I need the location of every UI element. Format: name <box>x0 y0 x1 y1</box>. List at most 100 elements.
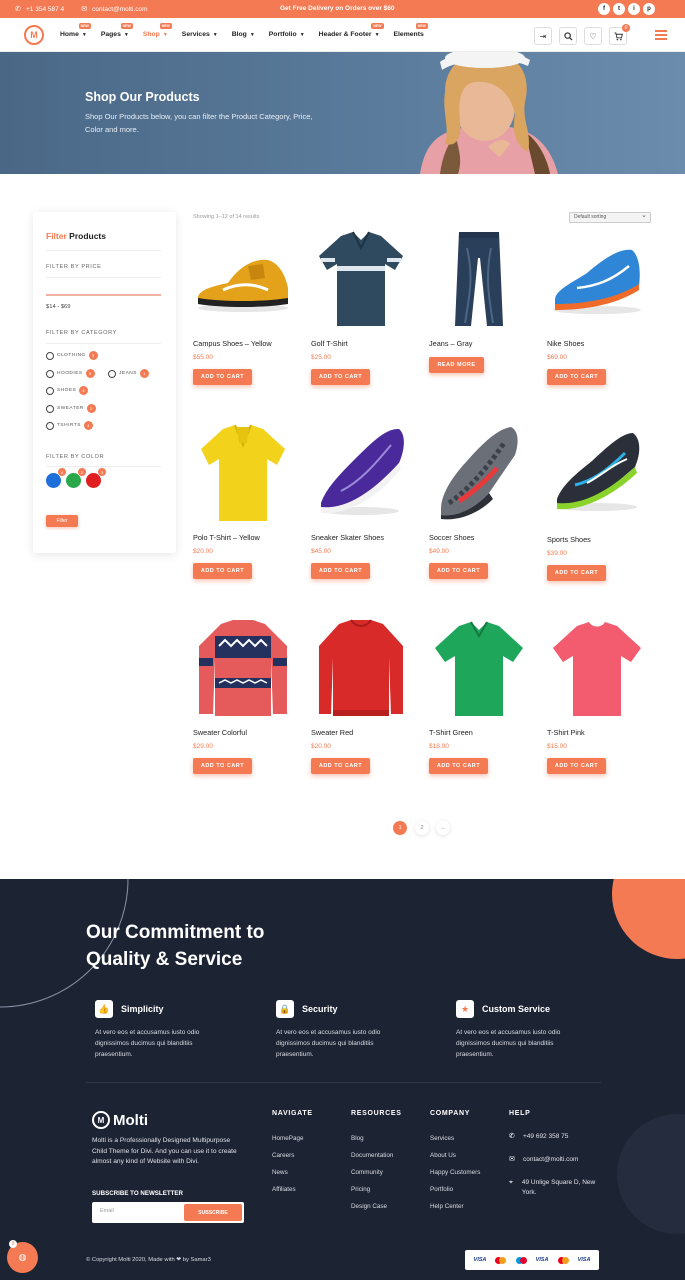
newsletter-form: Email SUBSCRIBE <box>92 1202 244 1223</box>
product-name[interactable]: Sports Shoes <box>547 535 591 544</box>
radio-button[interactable] <box>46 369 54 378</box>
menu-item-portfolio[interactable]: Portfolio ▼ <box>269 31 305 38</box>
category-sweater[interactable]: SWEATER 2 <box>46 404 96 413</box>
product-name[interactable]: Nike Shoes <box>547 339 584 348</box>
footer-link[interactable]: Help Center <box>430 1203 464 1210</box>
add-to-cart-button[interactable]: ADD TO CART <box>429 758 488 774</box>
radio-button[interactable] <box>46 421 54 430</box>
subscribe-button[interactable]: SUBSCRIBE <box>184 1204 242 1221</box>
product-image-soccer-shoes[interactable] <box>429 423 529 523</box>
footer-link[interactable]: Happy Customers <box>430 1169 480 1176</box>
search-icon[interactable] <box>559 27 577 45</box>
product-image-sweater-colorful[interactable] <box>193 618 293 718</box>
page-1-button[interactable]: 1 <box>393 821 407 835</box>
color-swatch-green[interactable]: 2 <box>66 468 86 488</box>
help-phone[interactable]: ✆ +49 692 358 75 <box>509 1132 568 1142</box>
product-image-nike-shoes[interactable] <box>547 228 647 328</box>
top-email[interactable]: ✉ contact@molti.com <box>80 5 147 14</box>
top-phone[interactable]: ✆ +1 354 587 4 <box>14 5 64 14</box>
menu-item-blog[interactable]: Blog ▼ <box>232 31 255 38</box>
category-clothing[interactable]: CLOTHING 3 <box>46 351 98 360</box>
radio-button[interactable] <box>46 351 54 360</box>
filter-button[interactable]: Filter <box>46 515 78 527</box>
footer-link[interactable]: Affiliates <box>272 1186 296 1193</box>
footer-link[interactable]: Pricing <box>351 1186 370 1193</box>
add-to-cart-button[interactable]: ADD TO CART <box>311 563 370 579</box>
page-2-button[interactable]: 2 <box>415 821 429 835</box>
product-name[interactable]: Jeans – Gray <box>429 339 472 348</box>
product-image-jeans[interactable] <box>429 228 529 328</box>
footer-link[interactable]: News <box>272 1169 288 1176</box>
heart-icon[interactable]: ♡ <box>584 27 602 45</box>
footer-logo[interactable]: M Molti <box>92 1111 148 1129</box>
category-jeans[interactable]: JEANS 1 <box>108 369 149 378</box>
sort-select[interactable]: Default sorting <box>569 211 651 223</box>
commitment-title-line2: Quality & Service <box>86 949 243 970</box>
footer-link[interactable]: HomePage <box>272 1135 304 1142</box>
add-to-cart-button[interactable]: ADD TO CART <box>193 563 252 579</box>
instagram-icon[interactable]: i <box>628 3 640 15</box>
login-icon[interactable]: ⇥ <box>534 27 552 45</box>
footer-link[interactable]: About Us <box>430 1152 456 1159</box>
footer-link[interactable]: Documentation <box>351 1152 393 1159</box>
menu-item-elements[interactable]: Elements NEW <box>394 23 428 38</box>
facebook-icon[interactable]: f <box>598 3 610 15</box>
product-name[interactable]: Sneaker Skater Shoes <box>311 533 384 542</box>
product-image-sneaker-skater[interactable] <box>311 423 411 523</box>
footer-link[interactable]: Portfolio <box>430 1186 453 1193</box>
add-to-cart-button[interactable]: ADD TO CART <box>311 369 370 385</box>
radio-button[interactable] <box>46 404 54 413</box>
newsletter-email-input[interactable]: Email <box>100 1208 114 1214</box>
footer-link[interactable]: Blog <box>351 1135 364 1142</box>
price-slider[interactable] <box>46 294 161 296</box>
add-to-cart-button[interactable]: ADD TO CART <box>193 369 252 385</box>
category-shoes[interactable]: SHOES 4 <box>46 386 89 395</box>
product-image-polo-yellow[interactable] <box>193 423 293 523</box>
product-image-tshirt-green[interactable] <box>429 618 529 718</box>
product-image-sports-shoes[interactable] <box>547 423 647 523</box>
add-to-cart-button[interactable]: ADD TO CART <box>193 758 252 774</box>
add-to-cart-button[interactable]: ADD TO CART <box>429 563 488 579</box>
twitter-icon[interactable]: t <box>613 3 625 15</box>
product-name[interactable]: Sweater Colorful <box>193 728 247 737</box>
menu-item-shop[interactable]: Shop ▼ NEW <box>143 23 172 38</box>
product-name[interactable]: Polo T-Shirt – Yellow <box>193 533 260 542</box>
radio-button[interactable] <box>108 369 116 378</box>
footer-link[interactable]: Community <box>351 1169 383 1176</box>
product-name[interactable]: Golf T-Shirt <box>311 339 348 348</box>
menu-item-services[interactable]: Services ▼ <box>182 31 218 38</box>
add-to-cart-button[interactable]: ADD TO CART <box>311 758 370 774</box>
cart-icon[interactable]: 0 <box>609 24 630 45</box>
floating-cart-button[interactable]: ◍ 0 <box>7 1240 38 1273</box>
color-swatch-red[interactable]: 3 <box>86 468 106 488</box>
resources-heading: RESOURCES <box>351 1110 402 1117</box>
menu-item-home[interactable]: Home ▼ NEW <box>60 23 91 38</box>
next-page-button[interactable]: → <box>436 821 450 835</box>
radio-button[interactable] <box>46 386 54 395</box>
add-to-cart-button[interactable]: ADD TO CART <box>547 758 606 774</box>
product-name[interactable]: Sweater Red <box>311 728 353 737</box>
product-name[interactable]: T-Shirt Green <box>429 728 473 737</box>
footer-link[interactable]: Design Case <box>351 1203 387 1210</box>
product-name[interactable]: Campus Shoes – Yellow <box>193 339 272 348</box>
category-hoodies[interactable]: HOODIES 3 <box>46 369 95 378</box>
pinterest-icon[interactable]: p <box>643 3 655 15</box>
footer-link[interactable]: Services <box>430 1135 454 1142</box>
product-image-tshirt-pink[interactable] <box>547 618 647 718</box>
menu-item-header-footer[interactable]: Header & Footer ▼ NEW <box>319 23 384 38</box>
product-image-campus-shoes[interactable] <box>193 228 293 328</box>
logo-icon[interactable]: M <box>24 25 44 45</box>
product-name[interactable]: Soccer Shoes <box>429 533 474 542</box>
add-to-cart-button[interactable]: ADD TO CART <box>547 369 606 385</box>
read-more-button[interactable]: READ MORE <box>429 357 484 373</box>
footer-link[interactable]: Careers <box>272 1152 294 1159</box>
hamburger-icon[interactable] <box>655 30 667 42</box>
menu-item-pages[interactable]: Pages ▼ NEW <box>101 23 133 38</box>
product-image-golf-tshirt[interactable] <box>311 228 411 328</box>
category-tshirts[interactable]: TSHIRTS 4 <box>46 421 93 430</box>
product-image-sweater-red[interactable] <box>311 618 411 718</box>
color-swatch-blue[interactable]: 4 <box>46 468 66 488</box>
add-to-cart-button[interactable]: ADD TO CART <box>547 565 606 581</box>
help-email[interactable]: ✉ contact@molti.com <box>509 1155 578 1165</box>
product-name[interactable]: T-Shirt Pink <box>547 728 585 737</box>
